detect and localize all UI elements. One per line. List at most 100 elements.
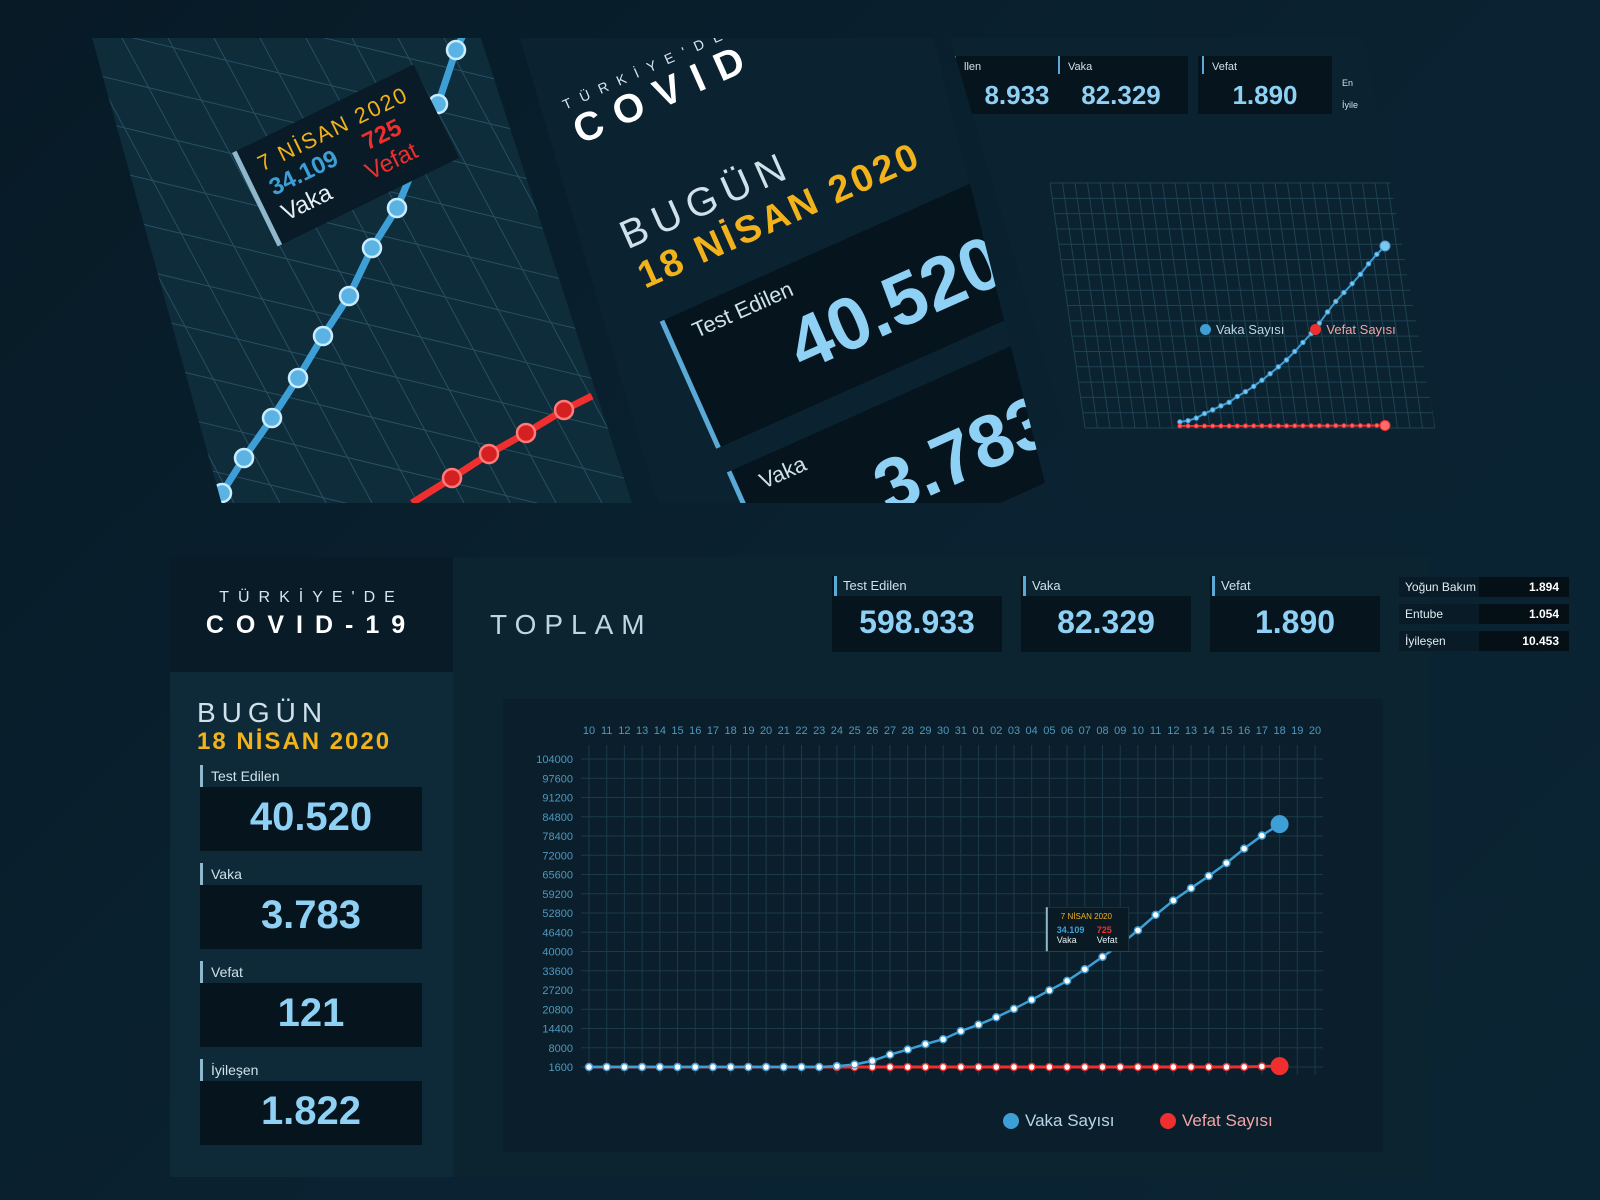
brand-subtitle: TÜRKİYE'DE [219, 589, 404, 606]
cases-point[interactable] [868, 1056, 877, 1066]
cases-point[interactable] [779, 1062, 789, 1072]
cases-point[interactable] [938, 1034, 948, 1044]
cases-point[interactable] [850, 1060, 859, 1069]
cases-point[interactable] [1062, 976, 1072, 986]
x-tick-label: 29 [919, 725, 931, 737]
preview-deaths-point [515, 422, 537, 444]
deaths-point[interactable] [1080, 1062, 1090, 1072]
cases-point[interactable] [956, 1026, 966, 1036]
today-tests-value: 40.520 [249, 795, 373, 839]
deaths-point[interactable] [921, 1062, 930, 1072]
x-tick-label: 01 [972, 725, 984, 737]
cases-point[interactable] [992, 1013, 1001, 1022]
deaths-point[interactable] [903, 1062, 912, 1072]
mini-intensive-care: Yoğun Bakım 1.894 [1399, 577, 1569, 597]
cases-point[interactable] [832, 1061, 842, 1071]
preview2-cases-point [1226, 399, 1232, 406]
deaths-point[interactable] [1133, 1062, 1143, 1072]
cases-point[interactable] [602, 1062, 611, 1072]
deaths-point[interactable] [956, 1062, 966, 1072]
cases-point[interactable] [637, 1062, 647, 1072]
cases-point[interactable] [761, 1062, 771, 1072]
cases-point[interactable] [1009, 1004, 1019, 1014]
y-tick-label: 8000 [549, 1043, 573, 1055]
preview-cases-point [261, 407, 283, 429]
deaths-point[interactable] [1186, 1062, 1196, 1072]
cases-point[interactable] [744, 1062, 753, 1072]
preview-grid-line [92, 38, 97, 503]
cases-point[interactable] [974, 1020, 983, 1029]
x-tick-label: 31 [955, 725, 967, 737]
deaths-point[interactable] [1239, 1062, 1249, 1072]
x-tick-label: 20 [760, 725, 772, 737]
preview2-deaths-point [1333, 423, 1339, 429]
cases-point[interactable] [903, 1045, 912, 1054]
preview2-deaths-point [1366, 423, 1372, 429]
y-tick-label: 78400 [542, 831, 573, 843]
cases-point[interactable] [655, 1062, 665, 1072]
cases-point[interactable] [726, 1062, 735, 1072]
cases-point[interactable] [1239, 844, 1249, 853]
cases-point[interactable] [690, 1062, 700, 1072]
cases-point[interactable] [620, 1062, 629, 1072]
deaths-point[interactable] [1009, 1062, 1019, 1072]
cases-point[interactable] [814, 1062, 824, 1072]
cases-point[interactable] [1169, 896, 1178, 905]
cases-point[interactable] [1080, 964, 1090, 974]
preview2-cases-point [1177, 419, 1183, 425]
x-tick-label: 18 [725, 725, 737, 737]
today-panel: BUGÜN 18 NİSAN 2020 Test Edilen 40.520 V… [170, 672, 453, 1177]
cases-point[interactable] [1133, 926, 1143, 935]
cases-line [589, 823, 1281, 1069]
cases-point[interactable] [1045, 986, 1054, 995]
deaths-point[interactable] [1115, 1062, 1125, 1072]
preview2-cases-point [1275, 364, 1282, 370]
annotation-cases-label: Vaka [1057, 935, 1077, 945]
deaths-point[interactable] [1257, 1062, 1267, 1071]
deaths-point[interactable] [885, 1062, 895, 1072]
y-tick-label: 20800 [542, 1004, 573, 1016]
cases-point[interactable] [584, 1062, 594, 1072]
deaths-point[interactable] [1027, 1062, 1036, 1072]
cases-point[interactable] [1204, 871, 1214, 881]
cases-point[interactable] [1151, 910, 1160, 920]
deaths-point[interactable] [1098, 1062, 1107, 1072]
cases-point[interactable] [1186, 883, 1196, 893]
preview2-deaths-point [1284, 423, 1290, 429]
deaths-point[interactable] [1169, 1062, 1178, 1072]
preview2-deaths-point [1308, 423, 1314, 429]
cases-point[interactable] [885, 1050, 895, 1059]
deaths-point[interactable] [1222, 1062, 1231, 1072]
preview2-deaths-point [1251, 423, 1257, 429]
cases-point[interactable] [708, 1062, 718, 1072]
deaths-point[interactable] [974, 1062, 983, 1072]
preview-legend-cases: Vaka Sayısı [1216, 322, 1285, 337]
preview2-cases-point [1201, 410, 1208, 417]
cases-point[interactable] [797, 1062, 806, 1072]
cases-point[interactable] [673, 1062, 682, 1072]
today-deaths-card: Vefat 121 [200, 961, 422, 1047]
preview2-cases-point [1193, 415, 1199, 421]
deaths-point[interactable] [992, 1062, 1001, 1072]
cases-point[interactable] [1222, 858, 1231, 868]
deaths-point[interactable] [1270, 1057, 1289, 1076]
deaths-point[interactable] [938, 1062, 948, 1072]
legend-deaths-dot [1160, 1113, 1176, 1129]
deaths-point[interactable] [1204, 1062, 1214, 1072]
preview2-deaths-point [1357, 423, 1363, 429]
cases-point[interactable] [921, 1039, 930, 1049]
y-tick-label: 91200 [542, 793, 573, 805]
preview2-cases-point [1292, 348, 1298, 355]
cases-point[interactable] [1098, 952, 1107, 962]
preview2-cases-point [1374, 251, 1380, 257]
preview2-cases-point [1333, 298, 1339, 305]
cases-point[interactable] [1270, 815, 1289, 834]
deaths-point[interactable] [1151, 1062, 1160, 1072]
total-deaths-label: Vefat [1212, 576, 1380, 596]
dashboard: TÜRKİYE'DE COVID-19 TOPLAM Test Edilen 5… [170, 557, 1569, 1177]
deaths-point[interactable] [1045, 1062, 1054, 1072]
cases-point[interactable] [1257, 831, 1267, 840]
deaths-point[interactable] [1062, 1062, 1072, 1072]
preview-grid-line [92, 487, 632, 503]
cases-point[interactable] [1027, 995, 1036, 1005]
